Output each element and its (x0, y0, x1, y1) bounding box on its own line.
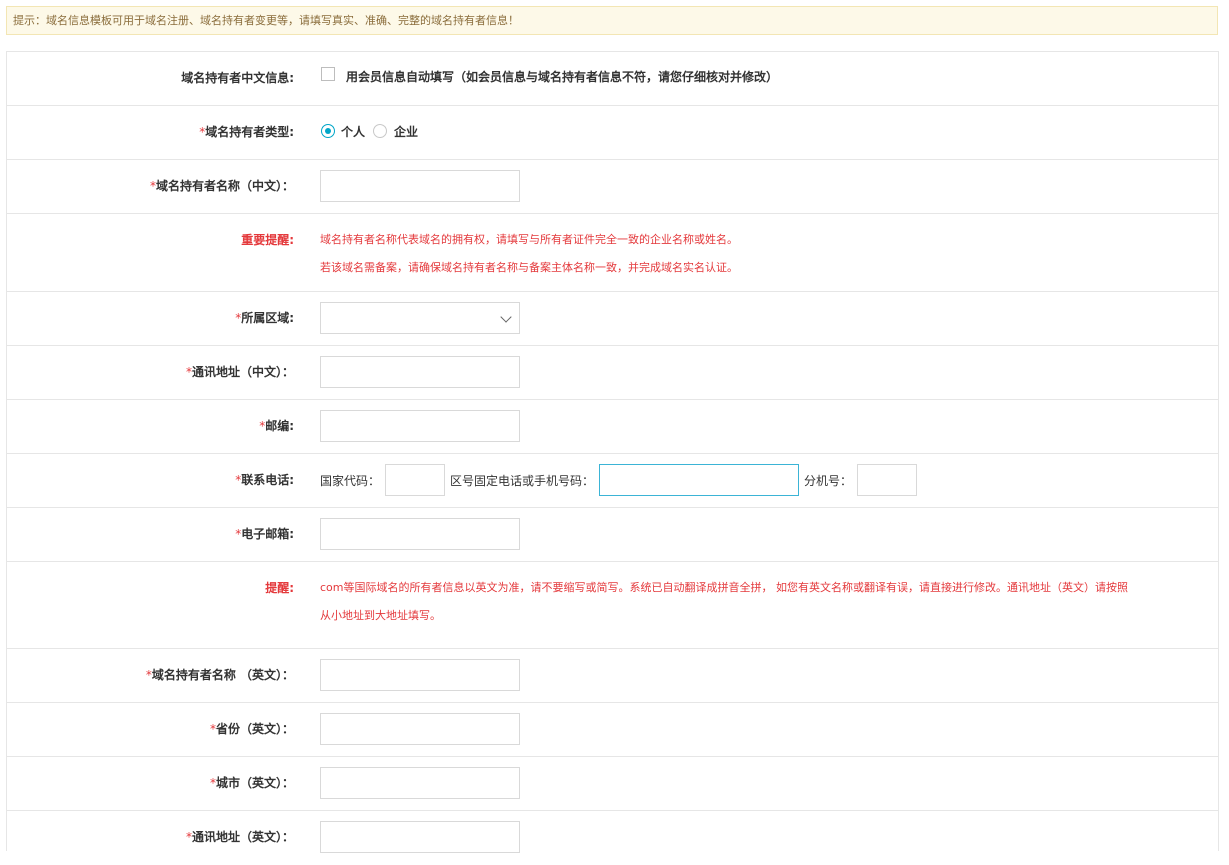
notice-banner: 提示：域名信息模板可用于域名注册、域名持有者变更等，请填写真实、准确、完整的域名… (6, 6, 1218, 35)
row-city-en: *城市（英文）： (7, 757, 1218, 811)
row-phone: *联系电话: 国家代码： 区号固定电话或手机号码： 分机号： (7, 454, 1218, 508)
row-holder-type: *域名持有者类型: 个人 企业 (7, 106, 1218, 160)
auto-fill-checkbox-label[interactable]: 用会员信息自动填写（如会员信息与域名持有者信息不符，请您仔细核对并修改） (346, 68, 778, 85)
radio-personal-label[interactable]: 个人 (341, 123, 365, 140)
holder-name-cn-input[interactable] (320, 170, 520, 202)
address-en-label: *通讯地址（英文）： (185, 830, 294, 844)
radio-enterprise-label[interactable]: 企业 (394, 123, 418, 140)
phone-number-label: 区号固定电话或手机号码： (450, 474, 595, 488)
holder-name-cn-label: *域名持有者名称（中文）： (149, 179, 294, 193)
important-notice-line-1: 域名持有者名称代表域名的拥有权，请填写与所有者证件完全一致的企业名称或姓名。 (320, 233, 738, 246)
country-code-input[interactable] (385, 464, 445, 496)
postcode-label: *邮编: (259, 419, 294, 433)
important-notice-label: 重要提醒: (241, 233, 294, 247)
phone-number-input[interactable] (599, 464, 799, 496)
row-holder-cn-info: 域名持有者中文信息: 用会员信息自动填写（如会员信息与域名持有者信息不符，请您仔… (7, 52, 1218, 106)
row-holder-name-cn: *域名持有者名称（中文）： (7, 160, 1218, 214)
province-en-label: *省份（英文）： (209, 722, 294, 736)
phone-label: *联系电话: (235, 473, 294, 487)
province-en-input[interactable] (320, 713, 520, 745)
domain-holder-form: 域名持有者中文信息: 用会员信息自动填写（如会员信息与域名持有者信息不符，请您仔… (6, 51, 1219, 853)
chevron-down-icon (500, 311, 512, 323)
ext-input[interactable] (857, 464, 917, 496)
row-address-cn: *通讯地址（中文）： (7, 346, 1218, 400)
reminder-line-1: com等国际域名的所有者信息以英文为准，请不要缩写或简写。系统已自动翻译成拼音全… (320, 581, 1128, 594)
ext-label: 分机号： (804, 474, 853, 488)
important-notice-line-2: 若该域名需备案，请确保域名持有者名称与备案主体名称一致，并完成域名实名认证。 (320, 261, 738, 274)
address-cn-input[interactable] (320, 356, 520, 388)
holder-name-en-label: *域名持有者名称 （英文）： (145, 668, 294, 682)
city-en-input[interactable] (320, 767, 520, 799)
reminder-line-2: 从小地址到大地址填写。 (320, 609, 441, 622)
holder-cn-info-label: 域名持有者中文信息: (181, 71, 294, 85)
row-email: *电子邮箱: (7, 508, 1218, 562)
row-region: *所属区域: (7, 292, 1218, 346)
city-en-label: *城市（英文）： (209, 776, 294, 790)
region-select[interactable] (320, 302, 520, 334)
reminder-label: 提醒: (265, 581, 294, 595)
country-code-label: 国家代码： (320, 474, 381, 488)
address-en-input[interactable] (320, 821, 520, 853)
email-input[interactable] (320, 518, 520, 550)
address-cn-label: *通讯地址（中文）： (185, 365, 294, 379)
region-label: *所属区域: (235, 311, 294, 325)
holder-name-en-input[interactable] (320, 659, 520, 691)
radio-enterprise[interactable] (373, 124, 387, 138)
postcode-input[interactable] (320, 410, 520, 442)
radio-personal[interactable] (321, 124, 335, 138)
row-reminder: 提醒: com等国际域名的所有者信息以英文为准，请不要缩写或简写。系统已自动翻译… (7, 562, 1218, 649)
row-holder-name-en: *域名持有者名称 （英文）： (7, 649, 1218, 703)
email-label: *电子邮箱: (235, 527, 294, 541)
row-important-notice: 重要提醒: 域名持有者名称代表域名的拥有权，请填写与所有者证件完全一致的企业名称… (7, 214, 1218, 292)
row-postcode: *邮编: (7, 400, 1218, 454)
row-address-en: *通讯地址（英文）： (7, 811, 1218, 865)
auto-fill-checkbox[interactable] (321, 67, 335, 81)
holder-type-label: *域名持有者类型: (199, 125, 294, 139)
row-province-en: *省份（英文）： (7, 703, 1218, 757)
